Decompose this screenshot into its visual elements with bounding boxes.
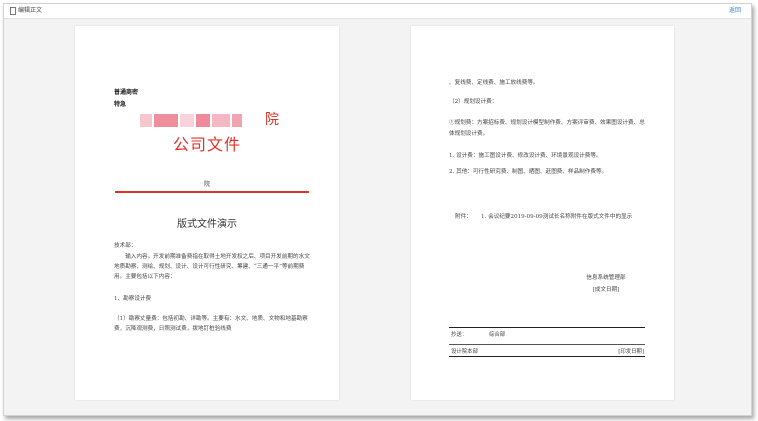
body-line-2: （2）规划设计费： [449,99,498,105]
footer-rule-top [449,327,645,329]
title-bar: 编辑正文 返回 [4,4,751,19]
company-title: 公司文件 [172,135,241,154]
document-page-1[interactable]: 普通商密 特急 院 公司文件 院 版式文件演示 技术部： 输入内容。开发前期准备… [75,26,339,400]
urgency-level: 特急 [114,101,127,108]
redacted-block [212,114,230,127]
issuer-label: 院 [203,181,210,188]
document-canvas[interactable]: 普通商密 特急 院 公司文件 院 版式文件演示 技术部： 输入内容。开发前期准备… [4,20,751,415]
print-date: [印发日期] [618,349,644,355]
redacted-block [140,114,152,127]
body-paragraph-1: 输入内容。开发前期准备费指在取得土地开发权之后、项目开发前期的水文地质勘察、测绘… [114,254,310,280]
attachment-label: 附件： [455,214,472,220]
cc-label: 抄送： [451,332,468,338]
body-line-3: ①规划费：方案招标费、规划设计模型制作费、方案评审费、效果图设计费、总体规划设计… [449,120,645,137]
signing-department: 信息系统管理部 [586,275,626,281]
document-title: 版式文件演示 [177,219,237,230]
attachment-item: 1. 会议纪要2019-09-09测试长名称附件在版式文件中的显示 [481,214,633,220]
body-paragraph-2: （1）勘察丈量费：包括初勘、详勘等。主要有：水文、地质、文物和地基勘察费，沉降观… [114,316,308,332]
red-divider [115,191,309,193]
window-title: 编辑正文 [18,7,43,14]
cc-value: 综合部 [489,332,506,338]
document-page-2[interactable]: 、复线费、定线费、施工放线费等。 （2）规划设计费： ①规划费：方案招标费、规划… [411,26,674,400]
print-organization: 设计院本部 [451,349,478,355]
back-button[interactable]: 返回 [729,6,741,15]
list-item: 2. 其他：可行性研究费、制图、晒图、赶图费、样品制作费等。 [449,169,608,175]
recipient: 技术部： [114,243,137,249]
redacted-block [154,114,178,127]
signing-date: [成文日期] [592,287,620,293]
footer-rule-middle [449,344,645,345]
org-name-suffix: 院 [265,112,279,128]
body-line-1: 、复线费、定线费、施工放线费等。 [449,80,539,86]
document-icon [10,7,16,15]
secret-level: 普通商密 [114,89,139,96]
redacted-block [196,114,210,127]
section-heading-1: 1、勘察设计费 [114,296,152,302]
footer-rule-bottom [449,356,645,358]
editor-window: 编辑正文 返回 普通商密 特急 院 公司文件 院 版式文件演示 技术部： 输入内… [3,3,752,416]
redacted-block [232,114,242,127]
org-name: 院 [140,112,300,128]
list-item: 1. 设计费：施工图设计费、修改设计费、环境景观设计费等。 [449,153,602,159]
redacted-block [180,114,194,127]
